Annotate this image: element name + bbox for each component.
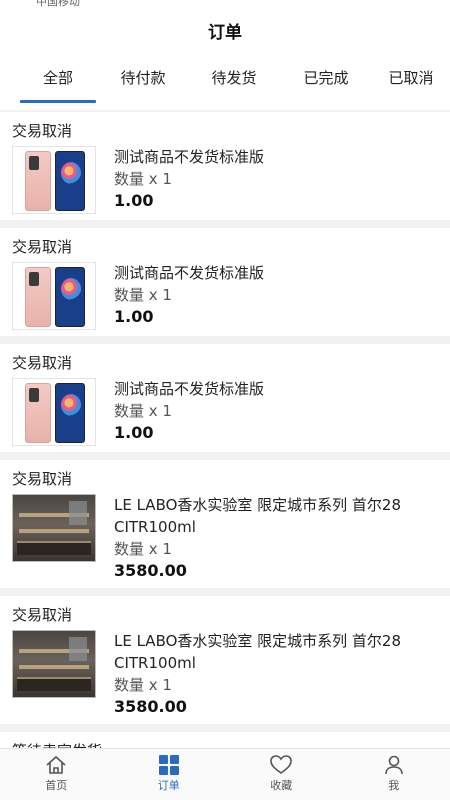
nav-me[interactable]: 我 — [338, 749, 450, 800]
status-bar: 中国移动 — [0, 0, 450, 8]
order-info: 测试商品不发货标准版 数量 x 1 1.00 — [114, 146, 438, 214]
product-title: 测试商品不发货标准版 — [114, 380, 265, 398]
order-body: LE LABO香水实验室 限定城市系列 首尔28 CITR100ml 数量 x … — [12, 630, 438, 718]
phone-image — [12, 262, 96, 330]
order-info: LE LABO香水实验室 限定城市系列 首尔28 CITR100ml 数量 x … — [114, 494, 438, 582]
header: 中国移动 订单 全部 待付款 待发货 已完成 已取消 — [0, 0, 450, 110]
store-image — [12, 494, 96, 562]
tab-completed[interactable]: 已完成 — [280, 60, 372, 104]
nav-home-label: 首页 — [45, 779, 68, 792]
product-quantity: 数量 x 1 — [114, 286, 172, 304]
phone-front-graphic — [55, 383, 85, 443]
phone-back-graphic — [25, 151, 51, 211]
page-title: 订单 — [208, 23, 242, 43]
product-quantity: 数量 x 1 — [114, 540, 172, 558]
product-price: 1.00 — [114, 191, 154, 210]
order-info: LE LABO香水实验室 限定城市系列 首尔28 CITR100ml 数量 x … — [114, 630, 438, 718]
nav-home[interactable]: 首页 — [0, 749, 113, 800]
carrier-label: 中国移动 — [36, 0, 80, 8]
product-price: 1.00 — [114, 307, 154, 326]
product-price: 1.00 — [114, 423, 154, 442]
order-status: 交易取消 — [12, 470, 73, 488]
product-quantity: 数量 x 1 — [114, 402, 172, 420]
nav-me-label: 我 — [388, 779, 400, 792]
order-status: 交易取消 — [12, 606, 73, 624]
order-tabs: 全部 待付款 待发货 已完成 已取消 — [0, 60, 450, 104]
order-status: 交易取消 — [12, 354, 73, 372]
order-info: 测试商品不发货标准版 数量 x 1 1.00 — [114, 262, 438, 330]
order-status: 交易取消 — [12, 122, 73, 140]
product-title: 测试商品不发货标准版 — [114, 148, 265, 166]
product-quantity: 数量 x 1 — [114, 676, 172, 694]
order-info: 测试商品不发货标准版 数量 x 1 1.00 — [114, 378, 438, 446]
product-price: 3580.00 — [114, 697, 187, 716]
phone-image — [12, 146, 96, 214]
order-body: 测试商品不发货标准版 数量 x 1 1.00 — [12, 146, 438, 214]
heart-icon — [270, 755, 293, 774]
order-list[interactable]: 交易取消 测试商品不发货标准版 数量 x 1 1.00 交易取消 测试商品不发货… — [0, 112, 450, 748]
order-status: 交易取消 — [12, 238, 73, 256]
phone-front-graphic — [55, 267, 85, 327]
phone-back-graphic — [25, 383, 51, 443]
tab-pending-payment[interactable]: 待付款 — [98, 60, 188, 104]
order-card[interactable]: 交易取消 测试商品不发货标准版 数量 x 1 1.00 — [0, 112, 450, 220]
tab-pending-shipment[interactable]: 待发货 — [188, 60, 280, 104]
tab-cancelled[interactable]: 已取消 — [372, 60, 450, 104]
tab-all[interactable]: 全部 — [18, 60, 98, 104]
product-quantity: 数量 x 1 — [114, 170, 172, 188]
grid-icon — [158, 755, 179, 775]
nav-orders[interactable]: 订单 — [113, 749, 226, 800]
product-title: LE LABO香水实验室 限定城市系列 首尔28 CITR100ml — [114, 496, 402, 536]
order-card[interactable]: 交易取消 测试商品不发货标准版 数量 x 1 1.00 — [0, 228, 450, 336]
product-price: 3580.00 — [114, 561, 187, 580]
user-icon — [384, 755, 403, 775]
phone-image — [12, 378, 96, 446]
order-card[interactable]: 交易取消 测试商品不发货标准版 数量 x 1 1.00 — [0, 344, 450, 452]
home-icon — [46, 755, 66, 774]
product-title: LE LABO香水实验室 限定城市系列 首尔28 CITR100ml — [114, 632, 402, 672]
order-body: 测试商品不发货标准版 数量 x 1 1.00 — [12, 378, 438, 446]
order-card[interactable]: 交易取消 LE LABO香水实验室 限定城市系列 首尔28 CITR100ml … — [0, 460, 450, 588]
order-status-partial: 等待卖家发货 — [0, 732, 450, 748]
bottom-nav: 首页 订单 收藏 我 — [0, 748, 450, 800]
orders-screen: 中国移动 订单 全部 待付款 待发货 已完成 已取消 交易取消 测试商品不发货标… — [0, 0, 450, 800]
phone-back-graphic — [25, 267, 51, 327]
nav-favorites[interactable]: 收藏 — [225, 749, 338, 800]
order-body: 测试商品不发货标准版 数量 x 1 1.00 — [12, 262, 438, 330]
product-title: 测试商品不发货标准版 — [114, 264, 265, 282]
nav-orders-label: 订单 — [157, 779, 180, 792]
phone-front-graphic — [55, 151, 85, 211]
store-image — [12, 630, 96, 698]
order-card[interactable]: 交易取消 LE LABO香水实验室 限定城市系列 首尔28 CITR100ml … — [0, 596, 450, 724]
order-body: LE LABO香水实验室 限定城市系列 首尔28 CITR100ml 数量 x … — [12, 494, 438, 582]
nav-favorites-label: 收藏 — [270, 779, 293, 792]
